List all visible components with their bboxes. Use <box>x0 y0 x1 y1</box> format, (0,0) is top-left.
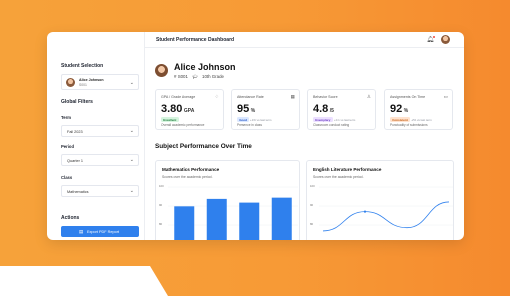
card-delta: -2% vs last term <box>411 117 432 122</box>
award-icon: ♢ <box>214 93 219 99</box>
y-tick-label: 100 <box>310 184 315 188</box>
global-filters-title: Global Filters <box>61 99 93 105</box>
card-title: Assignments On Time <box>390 95 426 99</box>
card-title: Behavior Score <box>313 95 338 99</box>
y-tick-label: 80 <box>310 222 314 226</box>
avatar[interactable] <box>441 35 450 44</box>
term-value: Fall 2023 <box>67 129 83 134</box>
class-label: Class <box>61 175 73 180</box>
data-point <box>363 210 367 213</box>
card-subtitle: Punctuality of submissions <box>390 122 428 127</box>
student-meta: # S001 🎓︎ 10th Grade <box>174 74 224 80</box>
graduation-cap-icon: 🎓︎ <box>192 74 198 79</box>
y-tick-label: 90 <box>310 203 314 207</box>
student-grade: 10th Grade <box>202 74 224 79</box>
export-pdf-button[interactable]: ▤ Export PDF Report <box>61 226 139 237</box>
card-value: 92% <box>390 103 409 115</box>
main-content: Alice Johnson # S001 🎓︎ 10th Grade GPA /… <box>144 47 464 240</box>
assignments-card: Assignments On Time ▭ 92% Consistent -2%… <box>384 89 453 130</box>
math-chart-card: Mathematics Performance Scores over the … <box>155 160 300 240</box>
top-bar: Student Performance Dashboard 🔔︎ <box>144 32 464 48</box>
chevron-down-icon: ⌄ <box>129 128 134 134</box>
export-pdf-label: Export PDF Report <box>87 229 120 234</box>
bar <box>239 202 260 240</box>
gpa-card: GPA / Grade Average ♢ 3.80 GPA Excellent … <box>155 89 224 130</box>
card-delta: +0.1 vs last term <box>334 117 356 122</box>
sidebar: Student Selection Alice Johnson S001 ⌄ G… <box>47 32 145 240</box>
student-select[interactable]: Alice Johnson S001 ⌄ <box>61 74 139 90</box>
attendance-card: Attendance Rate ▦ 95% Good +1% vs last t… <box>231 89 300 130</box>
card-value: 3.80 GPA <box>161 103 195 115</box>
metric-cards: GPA / Grade Average ♢ 3.80 GPA Excellent … <box>155 89 453 130</box>
english-chart-card: English Literature Performance Scores ov… <box>306 160 454 240</box>
math-bar-chart <box>168 186 298 240</box>
class-select[interactable]: Mathematics ⌄ <box>61 185 139 197</box>
bar <box>174 206 195 240</box>
period-label: Period <box>61 144 75 149</box>
person-icon: ♙ <box>366 93 371 99</box>
bar <box>206 198 227 240</box>
student-select-name: Alice Johnson <box>79 78 104 82</box>
series-line <box>322 201 450 232</box>
chevron-down-icon: ⌄ <box>129 157 134 163</box>
card-value: 4.8/5 <box>313 103 334 115</box>
term-label: Term <box>61 115 71 120</box>
status-badge: Consistent <box>390 117 410 123</box>
chevron-down-icon: ⌄ <box>129 80 134 86</box>
behavior-card: Behavior Score ♙ 4.8/5 Exemplary +0.1 vs… <box>307 89 376 130</box>
chart-subtitle: Scores over the academic period. <box>162 175 213 179</box>
document-icon: ▤ <box>79 228 84 234</box>
hash-icon: # <box>174 74 177 79</box>
bar <box>271 197 292 240</box>
chart-title: English Literature Performance <box>313 167 382 172</box>
notification-dot <box>432 35 435 38</box>
y-tick-label: 90 <box>159 203 163 207</box>
dashboard-window: Student Selection Alice Johnson S001 ⌄ G… <box>47 32 464 240</box>
english-line-chart <box>319 186 453 232</box>
card-subtitle: Overall academic performance <box>161 122 205 127</box>
avatar <box>66 78 75 87</box>
chart-title: Mathematics Performance <box>162 167 220 172</box>
y-tick-label: 80 <box>159 222 163 226</box>
section-title: Subject Performance Over Time <box>155 143 252 150</box>
card-value: 95% <box>237 103 256 115</box>
chart-subtitle: Scores over the academic period. <box>313 175 364 179</box>
clipboard-icon: ▭ <box>443 93 448 99</box>
student-id: S001 <box>177 74 188 79</box>
student-name: Alice Johnson <box>174 62 236 72</box>
status-badge: Exemplary <box>313 117 333 123</box>
student-selection-title: Student Selection <box>61 63 104 69</box>
card-subtitle: Presence in class <box>237 122 262 127</box>
chevron-down-icon: ⌄ <box>129 188 134 194</box>
status-badge: Good <box>237 117 250 123</box>
class-value: Mathematics <box>67 189 89 194</box>
student-select-id: S001 <box>79 83 87 88</box>
card-subtitle: Classroom conduct rating <box>313 122 350 127</box>
actions-title: Actions <box>61 215 80 221</box>
card-delta: +1% vs last term <box>250 117 272 122</box>
period-select[interactable]: Quarter 1 ⌄ <box>61 154 139 166</box>
period-value: Quarter 1 <box>67 158 84 163</box>
y-tick-label: 100 <box>159 184 164 188</box>
page-title: Student Performance Dashboard <box>156 37 235 43</box>
card-title: Attendance Rate <box>237 95 264 99</box>
card-title: GPA / Grade Average <box>161 95 196 99</box>
status-badge: Excellent <box>161 117 179 123</box>
student-avatar <box>155 64 168 77</box>
calendar-icon: ▦ <box>290 93 295 99</box>
term-select[interactable]: Fall 2023 ⌄ <box>61 125 139 137</box>
